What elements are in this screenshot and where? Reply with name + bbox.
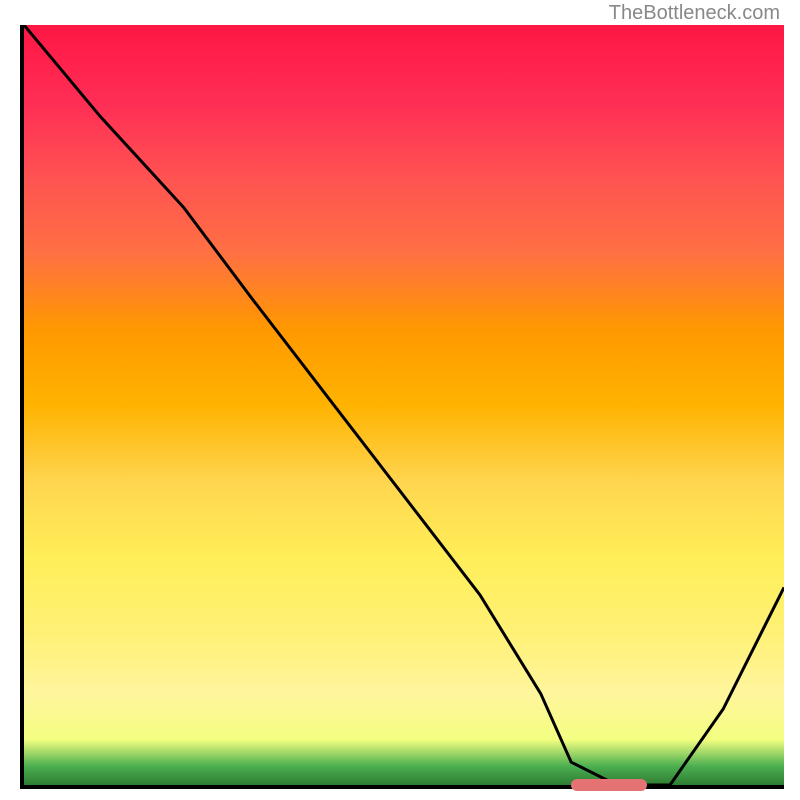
- bottleneck-curve-path: [24, 25, 784, 785]
- watermark-text: TheBottleneck.com: [609, 2, 780, 25]
- chart-plot-area: [20, 25, 784, 789]
- optimal-marker: [571, 779, 647, 791]
- curve-svg: [24, 25, 784, 785]
